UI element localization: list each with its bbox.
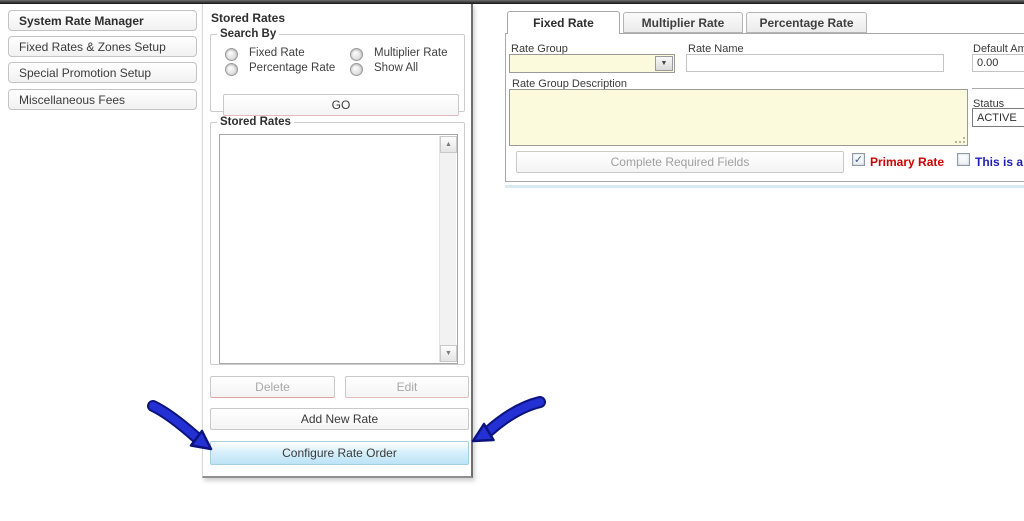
delete-button[interactable]: Delete (210, 376, 335, 398)
sidebar-item-label: Fixed Rates & Zones Setup (19, 40, 166, 54)
resize-grip-icon[interactable] (956, 134, 965, 143)
stored-rates-list-group: Stored Rates ▲ ▼ (210, 116, 465, 365)
sidebar-item-label: Special Promotion Setup (19, 66, 151, 80)
sidebar-item-fixed-rates-zones-setup[interactable]: Fixed Rates & Zones Setup (8, 36, 197, 57)
sidebar-item-label: System Rate Manager (19, 14, 144, 28)
rate-group-dropdown[interactable]: ▼ (509, 54, 675, 73)
rate-name-input[interactable] (686, 54, 944, 72)
stored-rates-list-legend: Stored Rates (217, 116, 294, 128)
stored-rates-listbox[interactable]: ▲ ▼ (219, 134, 458, 364)
radio-multiplier-rate-label: Multiplier Rate (374, 47, 448, 59)
rate-group-description-textarea[interactable] (509, 89, 968, 146)
sidebar-item-miscellaneous-fees[interactable]: Miscellaneous Fees (8, 89, 197, 110)
radio-fixed-rate-label: Fixed Rate (249, 47, 305, 59)
pointer-arrow-right (473, 402, 540, 441)
search-by-group: Search By Fixed Rate Multiplier Rate Per… (210, 28, 465, 112)
sidebar-item-special-promotion-setup[interactable]: Special Promotion Setup (8, 62, 197, 83)
sidebar-item-label: Miscellaneous Fees (19, 93, 125, 107)
add-new-rate-button[interactable]: Add New Rate (210, 408, 469, 430)
primary-rate-checkbox[interactable]: ✓ (852, 153, 865, 166)
edit-button[interactable]: Edit (345, 376, 469, 398)
complete-required-fields-button[interactable]: Complete Required Fields (516, 151, 844, 173)
radio-percentage-rate-label: Percentage Rate (249, 62, 335, 74)
radio-show-all[interactable] (350, 63, 363, 76)
radio-fixed-rate[interactable] (225, 48, 238, 61)
window-top-edge (0, 0, 1024, 4)
chevron-down-icon[interactable]: ▼ (655, 56, 673, 71)
status-section-divider (972, 88, 1024, 89)
default-amt-input[interactable] (972, 54, 1024, 72)
this-is-a-va-checkbox-label: This is a VA (975, 155, 1024, 169)
stored-rates-heading: Stored Rates (211, 11, 285, 25)
this-is-a-va-checkbox[interactable] (957, 153, 970, 166)
go-button[interactable]: GO (223, 94, 459, 116)
sidebar-item-system-rate-manager[interactable]: System Rate Manager (8, 10, 197, 31)
scroll-up-icon[interactable]: ▲ (440, 136, 457, 153)
primary-rate-checkbox-label: Primary Rate (870, 155, 944, 169)
radio-show-all-label: Show All (374, 62, 418, 74)
listbox-scrollbar[interactable]: ▲ ▼ (439, 136, 456, 362)
stored-rates-panel: Stored Rates Search By Fixed Rate Multip… (202, 4, 473, 478)
search-by-legend: Search By (217, 28, 279, 40)
status-input[interactable] (972, 108, 1024, 127)
panel-bottom-shadow (505, 185, 1024, 188)
radio-multiplier-rate[interactable] (350, 48, 363, 61)
tab-fixed-rate[interactable]: Fixed Rate (507, 11, 620, 34)
configure-rate-order-button[interactable]: Configure Rate Order (210, 441, 469, 465)
tab-multiplier-rate[interactable]: Multiplier Rate (623, 12, 743, 33)
tab-percentage-rate[interactable]: Percentage Rate (746, 12, 867, 33)
radio-percentage-rate[interactable] (225, 63, 238, 76)
scroll-down-icon[interactable]: ▼ (440, 345, 457, 362)
